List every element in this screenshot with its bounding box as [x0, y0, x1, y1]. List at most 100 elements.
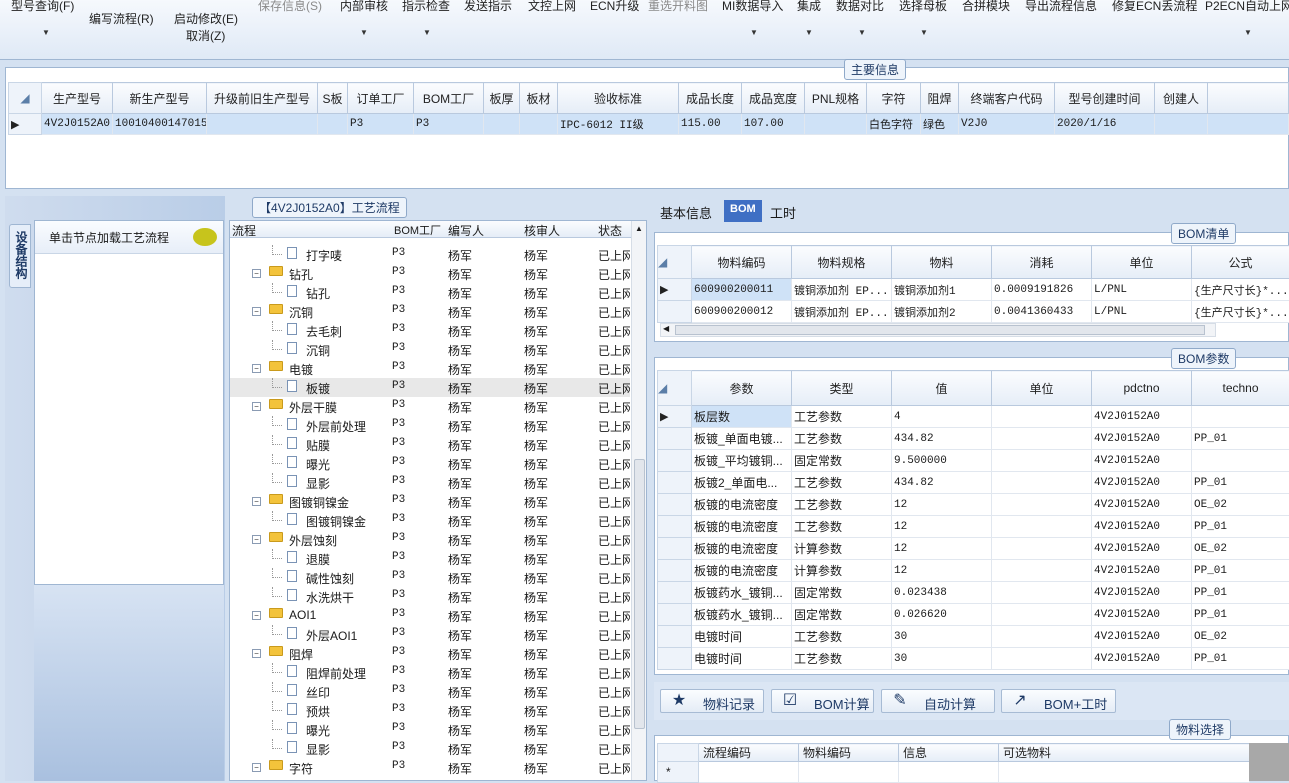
col-header[interactable]: 消耗 [992, 246, 1092, 279]
col-header[interactable]: 可选物料 [999, 744, 1250, 762]
dropdown-arrow-icon[interactable]: ▼ [423, 28, 431, 37]
table-cell[interactable]: PP_01 [1192, 560, 1289, 582]
table-cell[interactable] [992, 648, 1092, 670]
col-header[interactable]: 生产型号 [42, 83, 113, 114]
table-cell[interactable]: L/PNL [1092, 279, 1192, 301]
table-row[interactable]: 板镀的电流密度工艺参数124V2J0152A0PP_01 [658, 516, 1289, 538]
bom-calc-button[interactable]: ☑BOM计算 [771, 689, 874, 713]
tree-node[interactable]: −阻焊P3杨军杨军已上网 [230, 644, 630, 663]
table-row[interactable]: 电镀时间工艺参数304V2J0152A0PP_01 [658, 648, 1289, 670]
col-header[interactable]: 物料 [892, 246, 992, 279]
expand-toggle-icon[interactable]: − [252, 535, 261, 544]
table-cell[interactable]: OE_02 [1192, 538, 1289, 560]
grid-cell[interactable]: 10010400147015 [113, 114, 207, 135]
grid-cell[interactable]: P3 [414, 114, 484, 135]
table-cell[interactable] [992, 472, 1092, 494]
col-header[interactable]: 成品长度 [679, 83, 742, 114]
expand-toggle-icon[interactable]: − [252, 497, 261, 506]
col-header[interactable]: techno [1192, 371, 1289, 406]
table-cell[interactable]: 0.026620 [892, 604, 992, 626]
tree-node[interactable]: −外层蚀刻P3杨军杨军已上网 [230, 530, 630, 549]
col-header[interactable]: 字符 [867, 83, 921, 114]
col-header[interactable]: 型号创建时间 [1055, 83, 1155, 114]
table-cell[interactable]: 600900200011 [692, 279, 792, 301]
expand-toggle-icon[interactable]: − [252, 269, 261, 278]
expand-toggle-icon[interactable]: − [252, 402, 261, 411]
table-cell[interactable]: OE_02 [1192, 494, 1289, 516]
table-cell[interactable]: 4V2J0152A0 [1092, 516, 1192, 538]
table-row[interactable]: 板镀_平均镀铜...固定常数9.5000004V2J0152A0 [658, 450, 1289, 472]
tree-node[interactable]: 退膜P3杨军杨军已上网 [230, 549, 630, 568]
bom-hours-button[interactable]: ↗BOM+工时 [1001, 689, 1116, 713]
expand-toggle-icon[interactable]: − [252, 611, 261, 620]
table-cell[interactable]: 镀铜添加剂1 [892, 279, 992, 301]
table-cell[interactable]: 12 [892, 516, 992, 538]
col-header[interactable]: 物料规格 [792, 246, 892, 279]
tree-node[interactable]: −外层干膜P3杨军杨军已上网 [230, 397, 630, 416]
doc-control-online-button[interactable]: 文控上网 [528, 0, 576, 14]
table-row[interactable]: 板镀药水_镀铜...固定常数0.0234384V2J0152A0PP_01 [658, 582, 1289, 604]
data-compare-button[interactable]: 数据对比 [836, 0, 884, 14]
col-header[interactable]: 升级前旧生产型号 [207, 83, 318, 114]
grid-cell[interactable]: 115.00 [679, 114, 742, 135]
col-header[interactable]: 板材 [520, 83, 558, 114]
cancel-button[interactable]: 取消(Z) [186, 27, 225, 44]
table-cell[interactable] [992, 582, 1092, 604]
grid-cell[interactable] [1155, 114, 1208, 135]
table-cell[interactable]: 30 [892, 648, 992, 670]
repair-ecn-flow-button[interactable]: 修复ECN丢流程 [1112, 0, 1197, 14]
expand-toggle-icon[interactable]: − [252, 307, 261, 316]
new-cell[interactable] [699, 762, 799, 783]
table-cell[interactable]: 434.82 [892, 428, 992, 450]
tree-node[interactable]: 碱性蚀刻P3杨军杨军已上网 [230, 568, 630, 587]
table-cell[interactable]: 600900200012 [692, 301, 792, 323]
send-instruction-button[interactable]: 发送指示 [464, 0, 512, 14]
dropdown-arrow-icon[interactable]: ▼ [858, 28, 866, 37]
table-row[interactable]: 板镀_单面电镀...工艺参数434.824V2J0152A0PP_01 [658, 428, 1289, 450]
grid-cell[interactable] [484, 114, 520, 135]
table-cell[interactable]: 4V2J0152A0 [1092, 560, 1192, 582]
table-cell[interactable]: {生产尺寸长}*... [1192, 301, 1289, 323]
tab-equipment-structure[interactable]: 设备结构 [9, 224, 31, 288]
start-modify-button[interactable]: 启动修改(E) [174, 10, 238, 27]
speech-bubble-icon[interactable] [193, 228, 217, 246]
table-cell[interactable] [992, 516, 1092, 538]
grid-cell[interactable]: 白色字符 [867, 114, 921, 135]
table-cell[interactable]: 12 [892, 560, 992, 582]
col-header[interactable]: 值 [892, 371, 992, 406]
expand-toggle-icon[interactable]: − [252, 649, 261, 658]
new-cell[interactable] [899, 762, 999, 783]
table-cell[interactable]: PP_01 [1192, 472, 1289, 494]
table-row[interactable]: 板镀的电流密度计算参数124V2J0152A0OE_02 [658, 538, 1289, 560]
table-cell[interactable] [992, 450, 1092, 472]
tree-node[interactable]: −AOI1P3杨军杨军已上网 [230, 606, 630, 625]
table-row[interactable]: 电镀时间工艺参数304V2J0152A0OE_02 [658, 626, 1289, 648]
col-header[interactable]: 验收标准 [558, 83, 679, 114]
ecn-upgrade-button[interactable]: ECN升级 [590, 0, 639, 14]
table-cell[interactable] [992, 494, 1092, 516]
write-flow-button[interactable]: 编写流程(R) [89, 10, 154, 27]
dropdown-arrow-icon[interactable]: ▼ [750, 28, 758, 37]
tree-scrollbar[interactable]: ▲ [631, 221, 647, 781]
table-cell[interactable]: 4V2J0152A0 [1092, 428, 1192, 450]
dropdown-arrow-icon[interactable]: ▼ [42, 28, 50, 37]
table-cell[interactable]: 工艺参数 [792, 406, 892, 428]
material-record-button[interactable]: ★物料记录 [660, 689, 764, 713]
table-cell[interactable]: 板镀_单面电镀... [692, 428, 792, 450]
table-cell[interactable]: 4V2J0152A0 [1092, 604, 1192, 626]
table-cell[interactable]: 板镀的电流密度 [692, 494, 792, 516]
tree-node[interactable]: −电镀P3杨军杨军已上网 [230, 359, 630, 378]
table-row[interactable]: 板镀的电流密度工艺参数124V2J0152A0OE_02 [658, 494, 1289, 516]
expand-toggle-icon[interactable]: − [252, 763, 261, 772]
table-cell[interactable]: OE_02 [1192, 626, 1289, 648]
tab-bom[interactable]: BOM [724, 200, 762, 222]
table-row[interactable]: ▶600900200011镀铜添加剂 EP...镀铜添加剂10.00091918… [658, 279, 1289, 301]
table-cell[interactable] [992, 626, 1092, 648]
table-row[interactable]: 板镀的电流密度计算参数124V2J0152A0PP_01 [658, 560, 1289, 582]
tree-node[interactable]: 钻孔P3杨军杨军已上网 [230, 283, 630, 302]
table-row[interactable]: 板镀药水_镀铜...固定常数0.0266204V2J0152A0PP_01 [658, 604, 1289, 626]
table-cell[interactable]: 电镀时间 [692, 626, 792, 648]
table-cell[interactable]: 板镀药水_镀铜... [692, 604, 792, 626]
table-cell[interactable]: 0.0041360433 [992, 301, 1092, 323]
tree-node[interactable]: 板镀P3杨军杨军已上网 [230, 378, 630, 397]
